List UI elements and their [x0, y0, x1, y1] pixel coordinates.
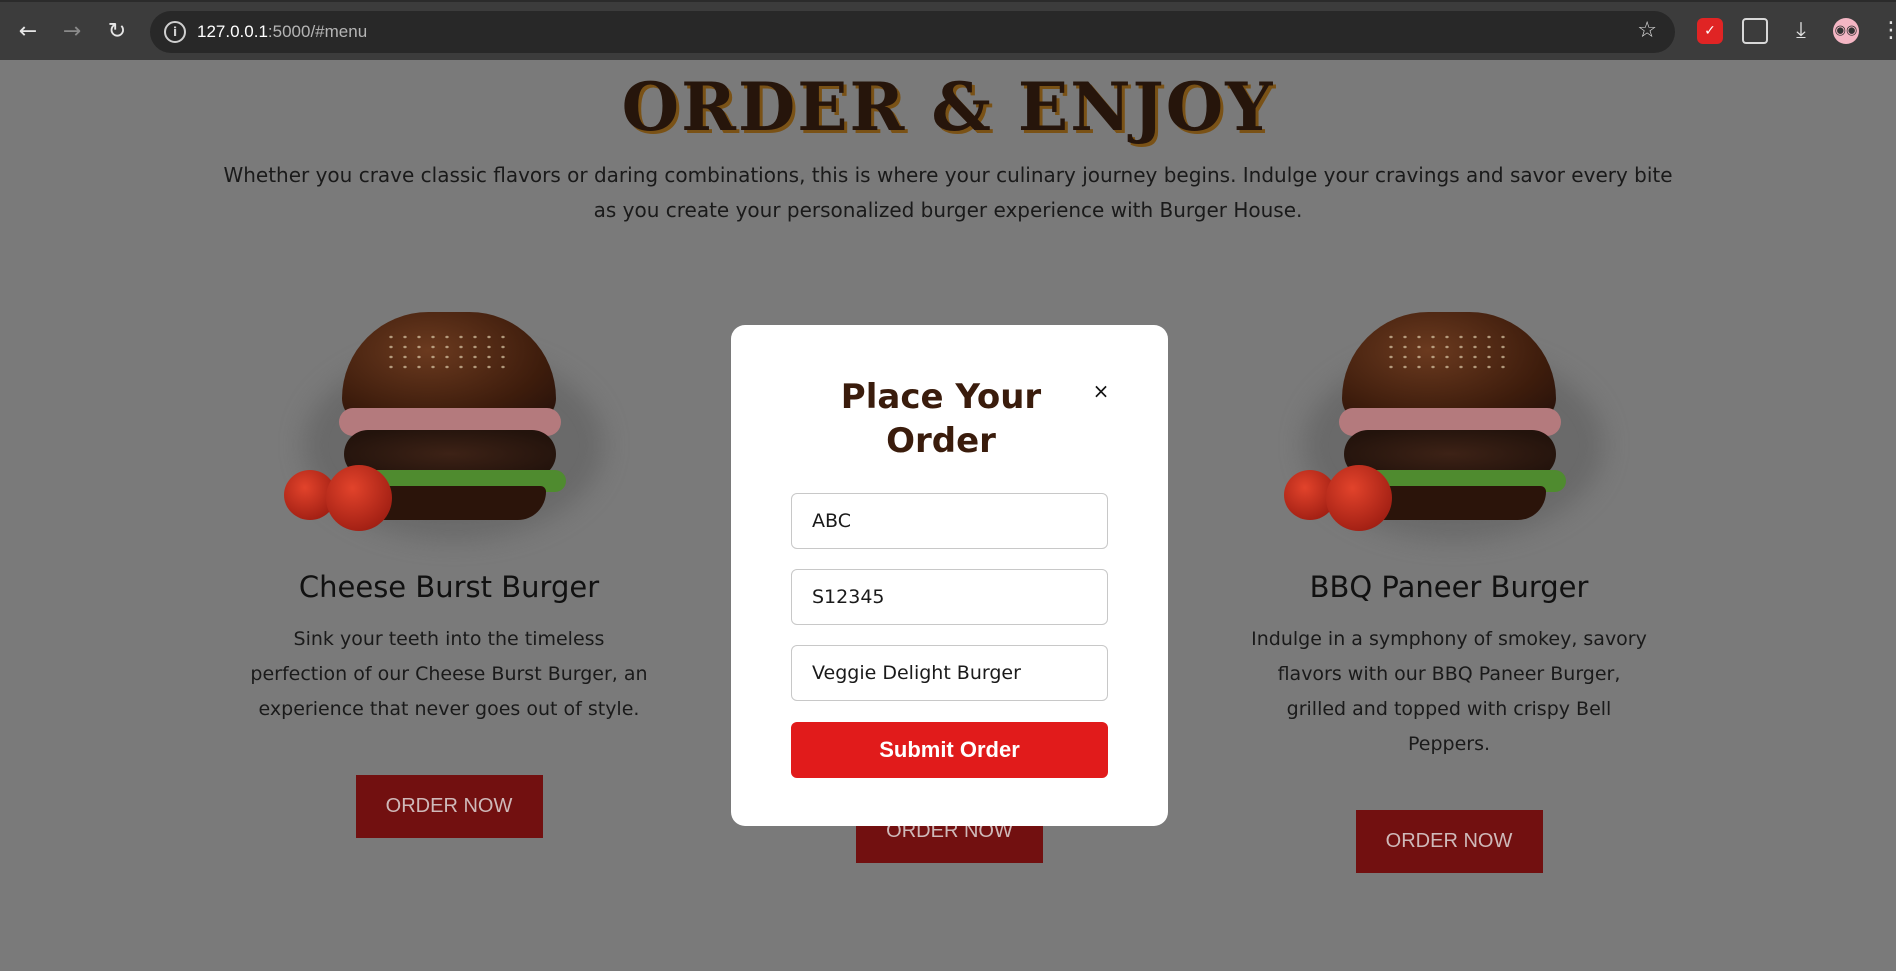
- wallet-icon[interactable]: [1742, 18, 1768, 44]
- card-title: Cheese Burst Burger: [298, 570, 600, 604]
- download-icon[interactable]: ⤓: [1788, 18, 1814, 44]
- browser-toolbar: ← → ↻ i 127.0.0.1:5000/#menu ☆ ✓ ⤓ ◉◉ ⋮: [0, 0, 1896, 60]
- id-field[interactable]: [791, 569, 1108, 625]
- name-field[interactable]: [791, 493, 1108, 549]
- page-content: ORDER & ENJOY Whether you crave classic …: [0, 60, 1896, 971]
- reload-icon[interactable]: ↻: [101, 16, 133, 48]
- order-now-button[interactable]: ORDER NOW: [1355, 810, 1543, 873]
- menu-card-cheese-burst: Cheese Burst Burger Sink your teeth into…: [239, 290, 659, 838]
- burger-image: [1284, 290, 1614, 550]
- card-title: BBQ Paneer Burger: [1309, 570, 1589, 604]
- bookmark-star-icon[interactable]: ☆: [1637, 18, 1657, 43]
- menu-card-bbq-paneer: BBQ Paneer Burger Indulge in a symphony …: [1239, 290, 1659, 873]
- address-bar[interactable]: i 127.0.0.1:5000/#menu ☆: [150, 11, 1675, 53]
- order-now-button[interactable]: ORDER NOW: [355, 775, 543, 838]
- burger-field[interactable]: [791, 645, 1108, 701]
- profile-avatar[interactable]: ◉◉: [1833, 18, 1859, 44]
- modal-title: Place Your Order: [840, 377, 1042, 461]
- site-info-icon[interactable]: i: [164, 21, 186, 43]
- card-description: Indulge in a symphony of smokey, savory …: [1251, 628, 1647, 755]
- burger-image: [284, 290, 614, 550]
- url-text[interactable]: 127.0.0.1:5000/#menu: [197, 22, 367, 42]
- pocket-extension-icon[interactable]: ✓: [1697, 18, 1723, 44]
- card-description: Sink your teeth into the timeless perfec…: [250, 628, 648, 720]
- order-modal: Place Your Order × Submit Order: [731, 325, 1168, 826]
- forward-icon[interactable]: →: [56, 16, 88, 48]
- hero-title: ORDER & ENJOY: [621, 68, 1275, 146]
- submit-order-button[interactable]: Submit Order: [791, 722, 1108, 778]
- menu-kebab-icon[interactable]: ⋮: [1880, 18, 1896, 44]
- back-icon[interactable]: ←: [12, 16, 44, 48]
- hero-description: Whether you crave classic flavors or dar…: [223, 163, 1673, 222]
- close-icon[interactable]: ×: [1091, 381, 1111, 401]
